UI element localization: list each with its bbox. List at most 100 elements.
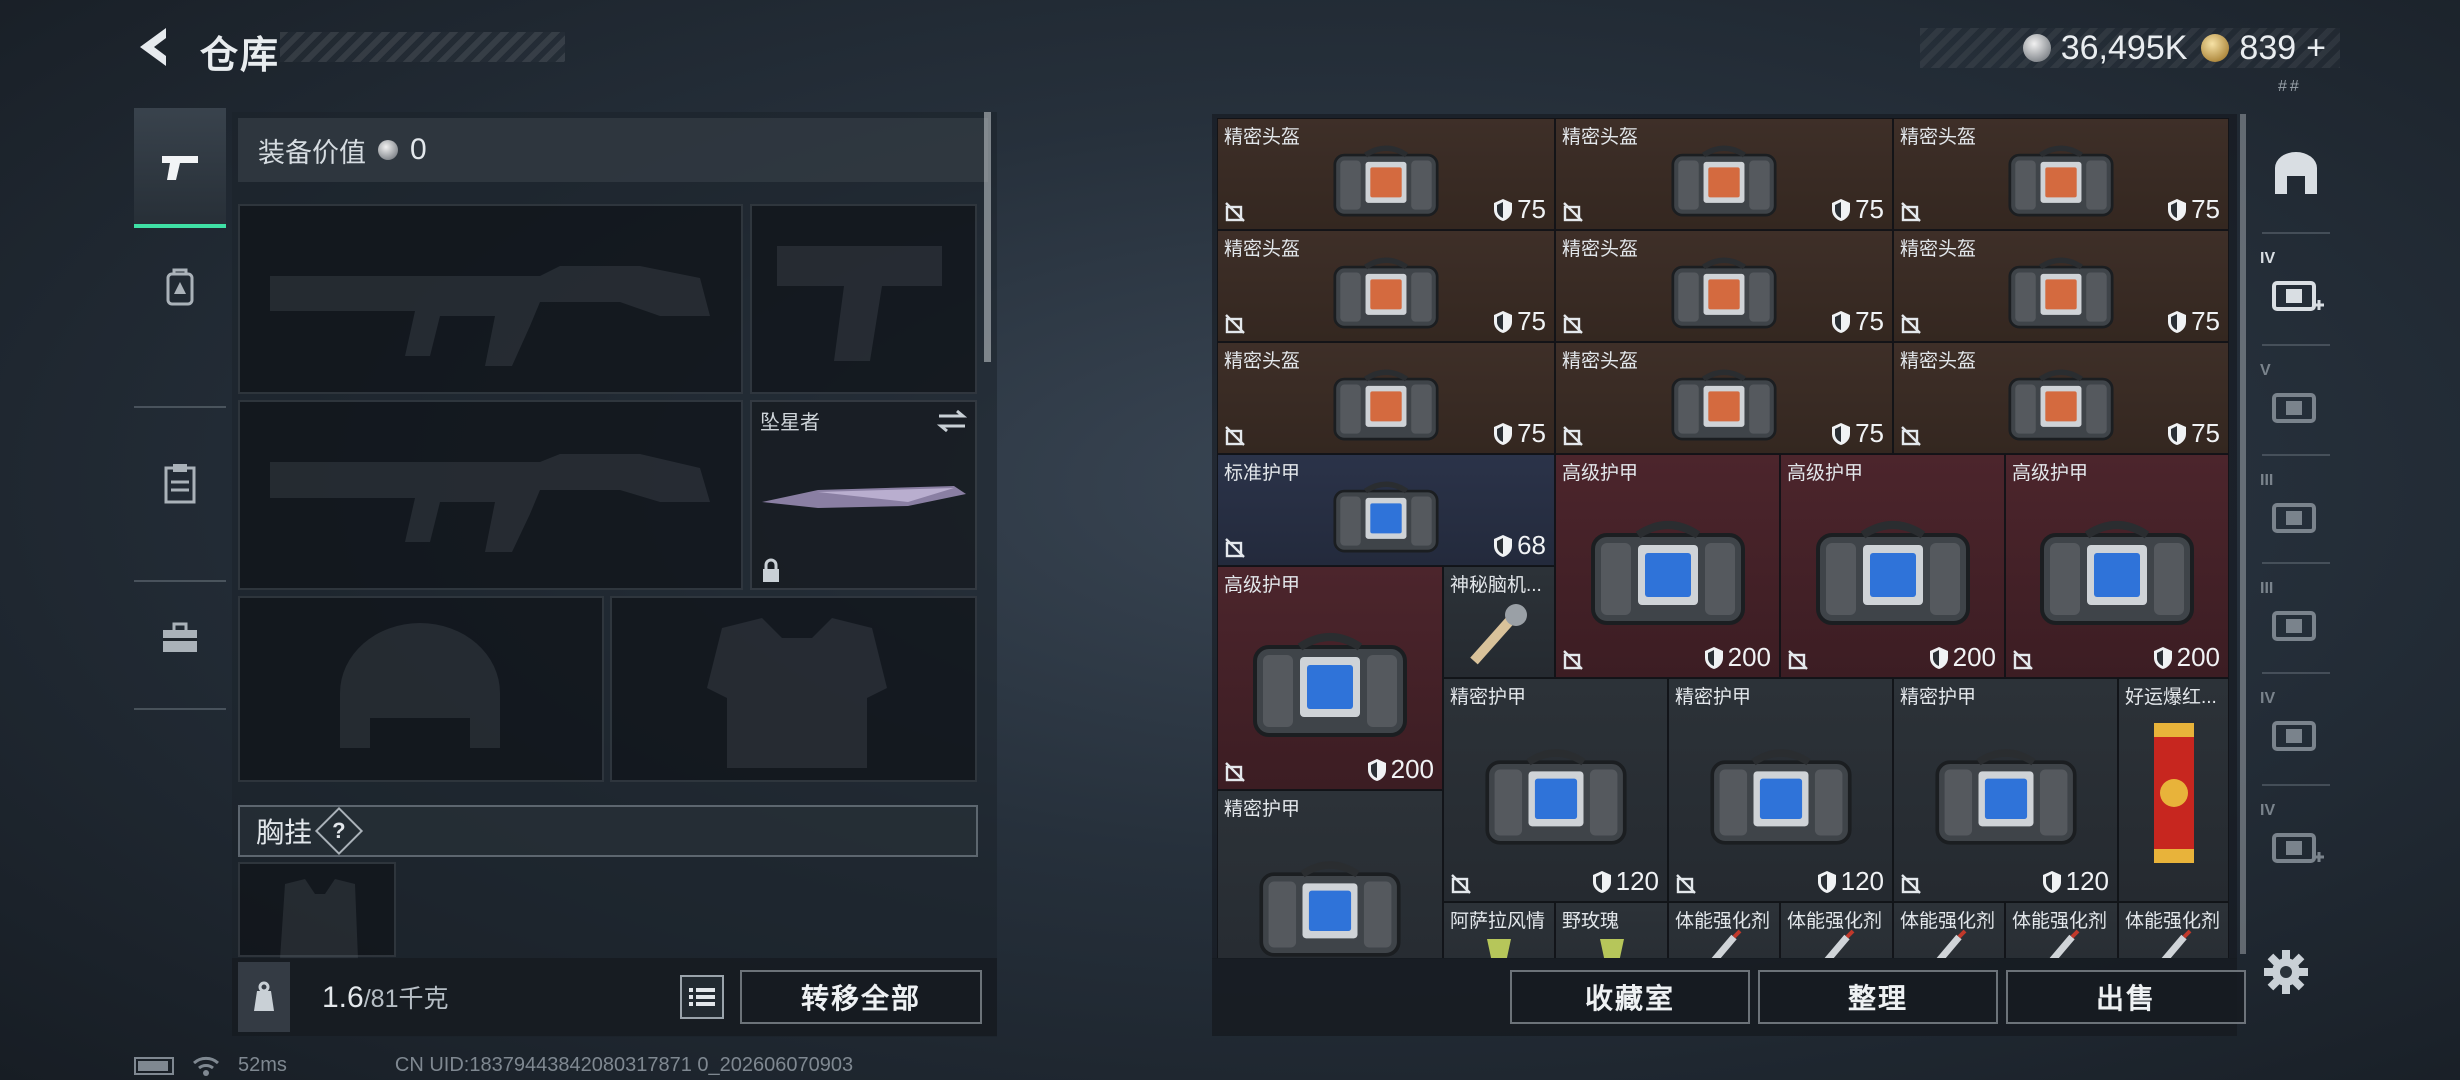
inventory-item[interactable]: 高级护甲 200 bbox=[1555, 454, 1780, 678]
inventory-item[interactable]: 精密头盔 75 bbox=[1893, 230, 2229, 342]
chest-rig-header: 胸挂 ? bbox=[238, 805, 978, 857]
nav-divider bbox=[134, 406, 226, 408]
armor-case-icon bbox=[2040, 521, 2194, 625]
inventory-item[interactable]: 精密护甲 120 bbox=[1893, 678, 2118, 902]
stash-tab-6[interactable]: IV bbox=[2256, 678, 2336, 788]
nav-vest-tab[interactable] bbox=[134, 424, 226, 544]
inventory-item[interactable]: 阿萨拉风情 bbox=[1443, 902, 1555, 958]
armor-slot[interactable] bbox=[610, 596, 977, 782]
list-view-button[interactable] bbox=[680, 975, 724, 1019]
inventory-item[interactable]: 野玫瑰 bbox=[1555, 902, 1668, 958]
stash-tab-3[interactable]: V bbox=[2256, 350, 2336, 460]
stash-tab-5[interactable]: III bbox=[2256, 568, 2336, 678]
chest-rig-slot[interactable] bbox=[238, 862, 396, 959]
inventory-item[interactable]: 标准护甲 68 bbox=[1217, 454, 1555, 566]
inventory-item[interactable]: 精密头盔 75 bbox=[1217, 230, 1555, 342]
drink-icon bbox=[1487, 939, 1511, 958]
inventory-item[interactable]: 精密头盔 75 bbox=[1555, 342, 1893, 454]
no-insure-icon bbox=[1901, 426, 1921, 446]
chest-rig-silhouette-icon bbox=[280, 879, 358, 959]
item-name: 体能强化剂 bbox=[2012, 911, 2108, 932]
collection-room-button[interactable]: 收藏室 bbox=[1510, 970, 1750, 1024]
settings-button[interactable] bbox=[2262, 948, 2310, 996]
silver-coin-icon bbox=[378, 140, 398, 160]
nav-backpack-tab[interactable] bbox=[134, 228, 226, 348]
secondary-weapon-slot[interactable] bbox=[238, 400, 743, 590]
nav-toolbox-tab[interactable] bbox=[134, 578, 226, 698]
title-decoration bbox=[280, 32, 565, 62]
no-insure-icon bbox=[1225, 426, 1245, 446]
inventory-item[interactable]: 精密头盔 75 bbox=[1555, 230, 1893, 342]
nav-weapons-tab[interactable] bbox=[134, 108, 226, 228]
help-icon[interactable]: ? bbox=[314, 806, 364, 856]
inventory-scrollbar[interactable] bbox=[2240, 114, 2246, 954]
inventory-item[interactable]: 精密护甲 120 bbox=[1668, 678, 1893, 902]
helmet-slot[interactable] bbox=[238, 596, 604, 782]
no-insure-icon bbox=[1563, 202, 1583, 222]
stash-tier-label: V bbox=[2260, 362, 2271, 379]
item-name: 精密护甲 bbox=[1450, 687, 1527, 708]
silver-amount: 36,495K bbox=[2060, 28, 2188, 67]
inventory-item[interactable]: 体能强化剂 bbox=[2118, 902, 2229, 958]
stash-tab-7[interactable]: IV bbox=[2256, 790, 2336, 900]
organize-button[interactable]: 整理 bbox=[1758, 970, 1998, 1024]
helmet-silhouette-icon bbox=[340, 623, 500, 748]
item-name: 精密头盔 bbox=[1900, 351, 1977, 372]
swap-icon[interactable] bbox=[935, 408, 969, 434]
battery-icon bbox=[134, 1056, 174, 1075]
inventory-item[interactable]: 精密头盔 75 bbox=[1893, 342, 2229, 454]
shield-icon bbox=[1832, 198, 1851, 221]
shield-icon bbox=[1592, 870, 1611, 893]
inventory-item[interactable]: 体能强化剂 bbox=[2005, 902, 2118, 958]
stash-v-icon bbox=[2272, 393, 2316, 423]
inventory-item[interactable]: 体能强化剂 bbox=[1893, 902, 2005, 958]
no-insure-icon bbox=[1788, 650, 1808, 670]
inventory-item[interactable]: 高级护甲 200 bbox=[2005, 454, 2229, 678]
inventory-item[interactable]: 高级护甲 200 bbox=[1780, 454, 2005, 678]
inventory-item[interactable]: 精密头盔 75 bbox=[1893, 118, 2229, 230]
pistol-slot[interactable] bbox=[750, 204, 977, 394]
transfer-all-button[interactable]: 转移全部 bbox=[740, 970, 982, 1024]
silver-currency[interactable]: 36,495K bbox=[2022, 28, 2188, 68]
inventory-item[interactable]: 体能强化剂 bbox=[1780, 902, 1893, 958]
equipment-value: 0 bbox=[410, 133, 427, 166]
inventory-item[interactable]: 体能强化剂 bbox=[1668, 902, 1780, 958]
sell-button[interactable]: 出售 bbox=[2006, 970, 2246, 1024]
helmet-case-icon bbox=[1333, 145, 1439, 217]
durability: 120 bbox=[2042, 866, 2109, 897]
durability: 75 bbox=[2167, 306, 2220, 337]
stash-tab-1[interactable] bbox=[2256, 118, 2336, 228]
inventory-item[interactable]: 精密护甲 120 bbox=[1443, 678, 1668, 902]
stash-tab-4[interactable]: III bbox=[2256, 460, 2336, 570]
status-footer: 52ms CN UID:18379443842080317871 0_20260… bbox=[134, 1054, 853, 1077]
gold-currency[interactable]: 839 + bbox=[2201, 29, 2326, 68]
inventory-item[interactable]: 精密护甲 bbox=[1217, 790, 1443, 958]
list-icon bbox=[689, 988, 715, 1006]
weight-icon-box bbox=[238, 962, 290, 1032]
item-name: 高级护甲 bbox=[1787, 463, 1864, 484]
melee-slot[interactable]: 坠星者 bbox=[750, 400, 977, 590]
durability: 75 bbox=[1831, 418, 1884, 449]
primary-weapon-slot[interactable] bbox=[238, 204, 743, 394]
durability: 200 bbox=[2153, 642, 2220, 673]
shield-icon bbox=[1494, 310, 1513, 333]
inventory-item[interactable]: 神秘脑机... bbox=[1443, 566, 1555, 678]
item-name: 精密头盔 bbox=[1900, 127, 1977, 148]
inventory-item[interactable]: 好运爆红... bbox=[2118, 678, 2229, 902]
loadout-scrollbar[interactable] bbox=[984, 112, 991, 362]
inventory-item[interactable]: 精密头盔 75 bbox=[1217, 118, 1555, 230]
stash-tab-2[interactable]: IV bbox=[2256, 238, 2336, 348]
weight-unit: 千克 bbox=[398, 985, 449, 1013]
melee-name: 坠星者 bbox=[760, 412, 820, 434]
weight-icon bbox=[254, 981, 274, 1011]
no-insure-icon bbox=[1563, 426, 1583, 446]
stash-tab-divider bbox=[2262, 454, 2330, 456]
inventory-item[interactable]: 精密头盔 75 bbox=[1555, 118, 1893, 230]
armor-case-icon bbox=[1590, 521, 1745, 625]
inventory-item[interactable]: 精密头盔 75 bbox=[1217, 342, 1555, 454]
inventory-item[interactable]: 高级护甲 200 bbox=[1217, 566, 1443, 790]
back-button[interactable] bbox=[130, 22, 180, 72]
helmet-case-icon bbox=[1333, 257, 1439, 329]
gold-add-button[interactable]: + bbox=[2306, 29, 2326, 68]
item-name: 体能强化剂 bbox=[1787, 911, 1883, 932]
